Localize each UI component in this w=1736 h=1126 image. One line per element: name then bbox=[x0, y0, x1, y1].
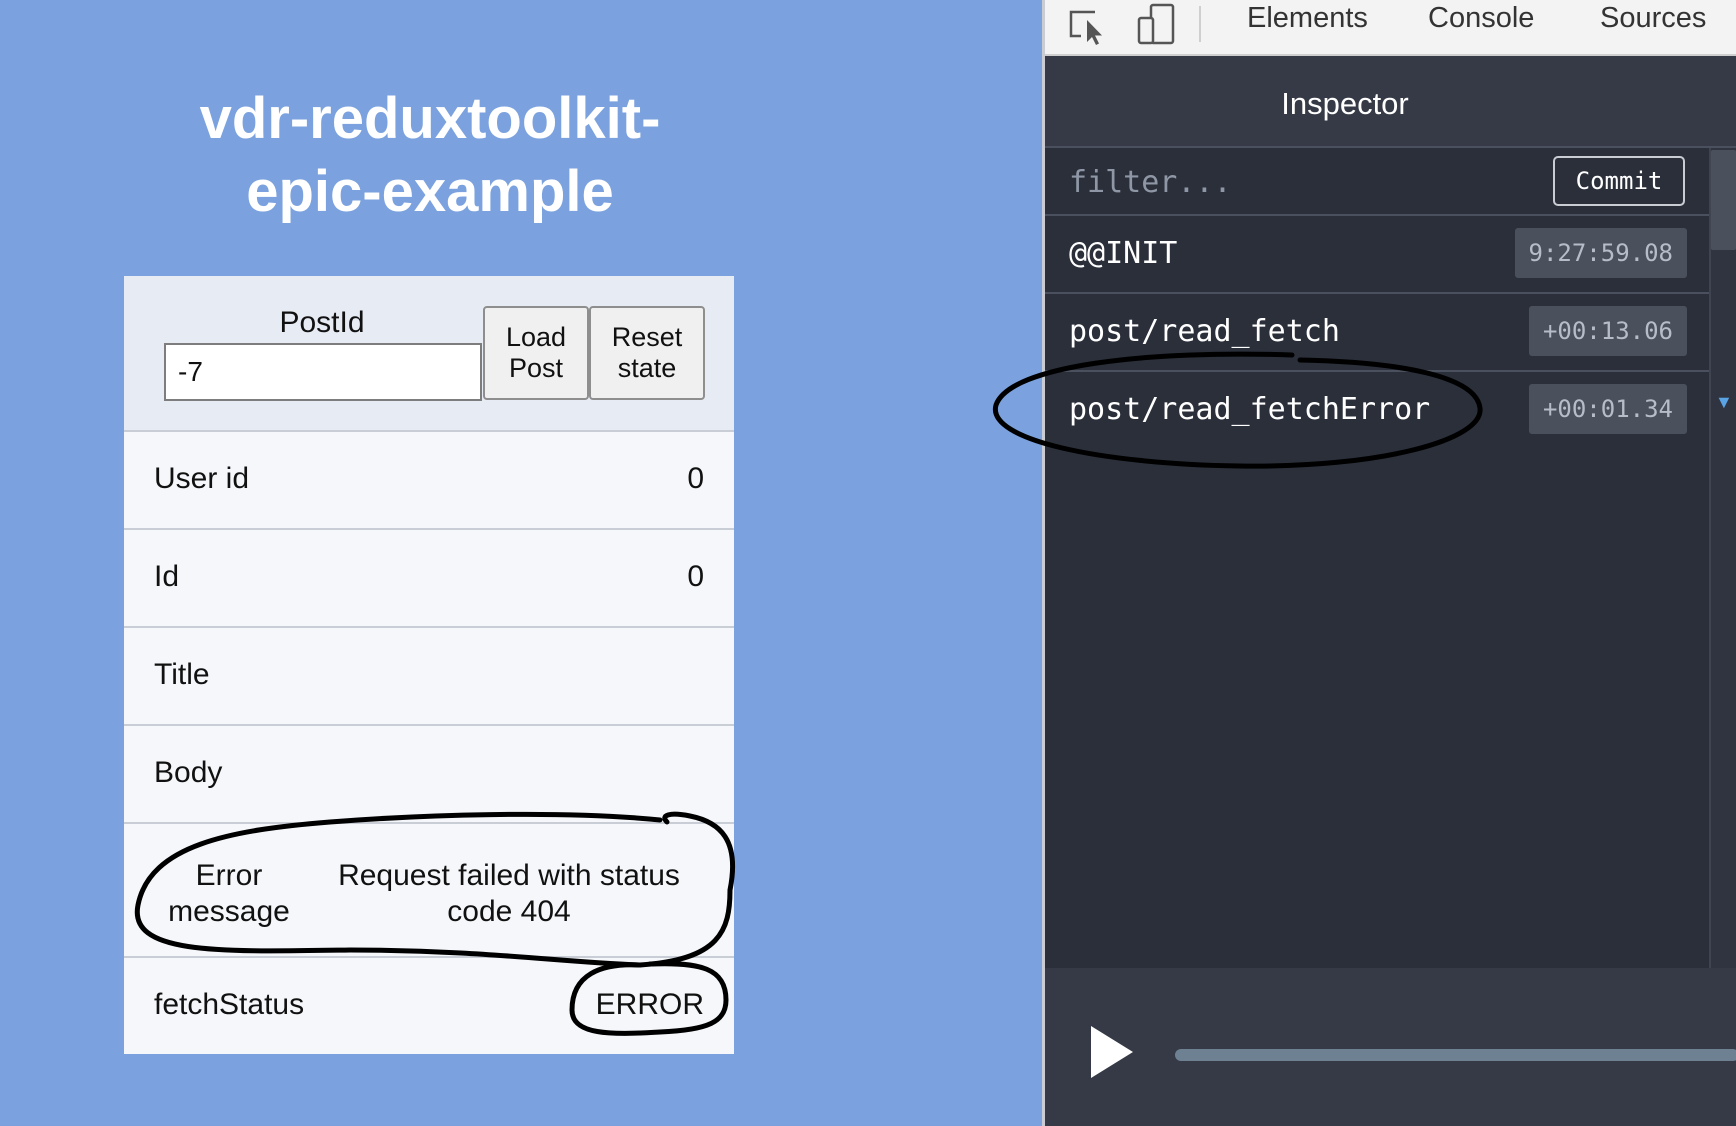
field-row-title: Title bbox=[124, 628, 734, 726]
post-card: PostId Load Post Reset state User id 0 I… bbox=[124, 276, 734, 1054]
action-time-badge: +00:01.34 bbox=[1528, 384, 1687, 434]
filter-row: Commit bbox=[1045, 148, 1709, 216]
field-row-user-id: User id 0 bbox=[124, 432, 734, 530]
commit-button[interactable]: Commit bbox=[1553, 156, 1685, 206]
filter-input[interactable] bbox=[1069, 162, 1449, 202]
action-list-item[interactable]: post/read_fetchError +00:01.34 bbox=[1045, 372, 1709, 450]
field-row-fetch-status: fetchStatus ERROR bbox=[124, 958, 734, 1054]
field-row-body: Body bbox=[124, 726, 734, 824]
tab-sources[interactable]: Sources bbox=[1600, 2, 1706, 35]
slider-panel bbox=[1045, 968, 1736, 1126]
device-toolbar-icon[interactable] bbox=[1135, 2, 1179, 46]
page-title: vdr-reduxtoolkit-epic-example bbox=[199, 86, 661, 224]
scrollbar-thumb[interactable] bbox=[1711, 150, 1736, 250]
reset-state-button[interactable]: Reset state bbox=[589, 306, 705, 400]
field-label: Title bbox=[154, 658, 210, 691]
action-time-badge: 9:27:59.08 bbox=[1514, 228, 1687, 278]
action-name: @@INIT bbox=[1069, 236, 1178, 271]
selected-arrow-icon: ▼ bbox=[1715, 392, 1733, 412]
tab-elements[interactable]: Elements bbox=[1247, 2, 1368, 35]
tab-console[interactable]: Console bbox=[1428, 2, 1534, 35]
play-icon[interactable] bbox=[1087, 1024, 1135, 1080]
inspector-title: Inspector bbox=[1281, 86, 1409, 121]
action-list-item[interactable]: post/read_fetch +00:13.06 bbox=[1045, 294, 1709, 372]
app-panel: vdr-reduxtoolkit-epic-example PostId Loa… bbox=[0, 0, 1042, 1126]
load-post-button[interactable]: Load Post bbox=[483, 306, 589, 400]
action-name: post/read_fetch bbox=[1069, 314, 1340, 349]
field-value: 0 bbox=[687, 560, 704, 593]
error-message-value: Request failed with status code 404 bbox=[338, 859, 680, 928]
field-label: Body bbox=[154, 756, 223, 789]
field-label: Id bbox=[154, 560, 180, 593]
toolbar-divider bbox=[1199, 6, 1201, 42]
inspector-header: Inspector bbox=[1045, 56, 1736, 148]
postid-label: PostId bbox=[279, 306, 365, 339]
field-label: Error message bbox=[168, 859, 290, 928]
action-name: post/read_fetchError bbox=[1069, 392, 1431, 427]
timeline-slider[interactable] bbox=[1175, 1049, 1736, 1061]
devtools-panel: Elements Console Sources Inspector Commi… bbox=[1042, 0, 1736, 1126]
field-label: fetchStatus bbox=[154, 988, 305, 1021]
action-list-item[interactable]: @@INIT 9:27:59.08 bbox=[1045, 216, 1709, 294]
field-row-error-message: Error message Request failed with status… bbox=[124, 824, 734, 958]
field-value: 0 bbox=[687, 462, 704, 495]
inspect-element-icon[interactable] bbox=[1067, 6, 1111, 46]
action-time-badge: +00:13.06 bbox=[1528, 306, 1687, 356]
field-row-id: Id 0 bbox=[124, 530, 734, 628]
devtools-toolbar: Elements Console Sources bbox=[1045, 0, 1736, 56]
controls-row: PostId Load Post Reset state bbox=[124, 276, 734, 432]
fetch-status-value: ERROR bbox=[595, 988, 704, 1021]
field-label: User id bbox=[154, 462, 250, 495]
postid-input[interactable] bbox=[164, 343, 482, 401]
scrollbar-track[interactable] bbox=[1709, 148, 1736, 968]
